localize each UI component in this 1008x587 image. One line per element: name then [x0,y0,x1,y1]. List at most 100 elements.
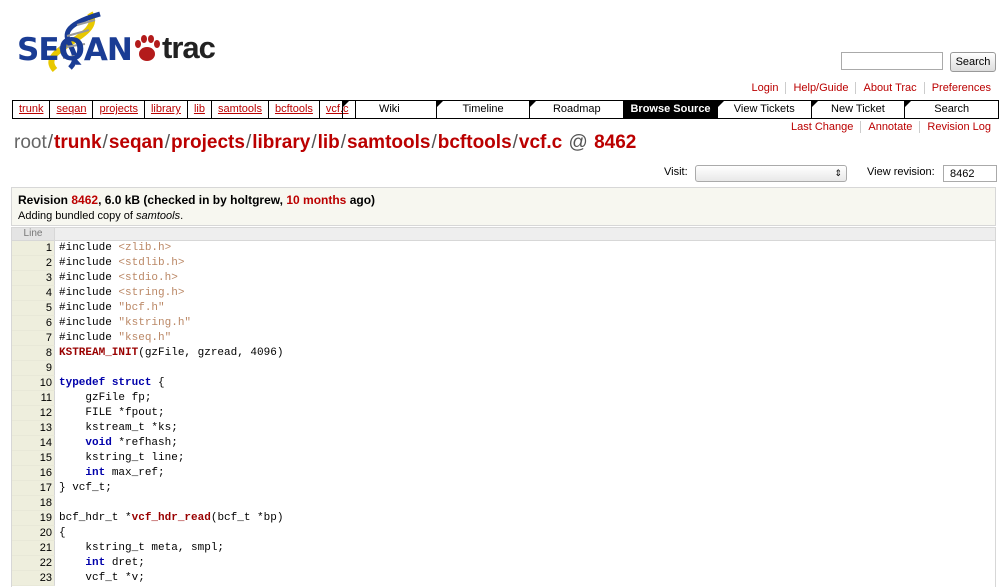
line-number-link[interactable]: 1 [12,241,55,256]
code-text: #include <zlib.h> [55,241,171,256]
code-line: 19 bcf_hdr_t *vcf_hdr_read(bcf_t *bp) [12,511,995,526]
path-root-link[interactable]: root [14,132,47,153]
line-number-link[interactable]: 2 [12,256,55,271]
login-link[interactable]: Login [745,82,786,94]
line-number-link[interactable]: 3 [12,271,55,286]
commit-message-em: samtools [136,210,181,222]
path-title-bcftools[interactable]: bcftools [438,132,512,153]
visit-label: Visit: [664,166,688,178]
code-text: #include "kseq.h" [55,331,171,346]
code-body: 1 #include <zlib.h> 2 #include <stdlib.h> 3 #… [12,241,995,586]
code-line: 4 #include <string.h> [12,286,995,301]
tab-view-tickets[interactable]: View Tickets [717,101,812,118]
line-number-link[interactable]: 4 [12,286,55,301]
path-title-projects[interactable]: projects [171,132,245,153]
code-text: #include "bcf.h" [55,301,165,316]
code-token: } vcf_t; [59,482,112,494]
tab-timeline[interactable]: Timeline [436,101,531,118]
path-link-bcftools[interactable]: bcftools [269,101,320,118]
code-line: 3 #include <stdio.h> [12,271,995,286]
line-number-link[interactable]: 20 [12,526,55,541]
age-suffix: ago) [346,193,376,207]
tab-new-ticket[interactable]: New Ticket [811,101,906,118]
line-number-link[interactable]: 6 [12,316,55,331]
revision-summary: Revision 8462, 6.0 kB (checked in by hol… [18,193,375,207]
code-token: struct [111,377,152,389]
line-number-link[interactable]: 21 [12,541,55,556]
line-number-link[interactable]: 16 [12,466,55,481]
path-link-library[interactable]: library [145,101,188,118]
line-number-link[interactable]: 7 [12,331,55,346]
path-nav: trunk seqan projects library lib samtool… [12,100,356,119]
line-number-link[interactable]: 17 [12,481,55,496]
commit-message: Adding bundled copy of samtools. [18,210,183,222]
code-line: 6 #include "kstring.h" [12,316,995,331]
tab-search[interactable]: Search [905,101,998,118]
path-title-trunk[interactable]: trunk [54,132,102,153]
revision-prefix: Revision [18,193,72,207]
line-number-link[interactable]: 15 [12,451,55,466]
line-number-link[interactable]: 22 [12,556,55,571]
code-token: int [85,557,106,569]
tab-roadmap[interactable]: Roadmap [530,101,625,118]
line-number-link[interactable]: 10 [12,376,55,391]
line-number-link[interactable]: 19 [12,511,55,526]
line-number-link[interactable]: 14 [12,436,55,451]
path-link-samtools[interactable]: samtools [212,101,269,118]
path-title-library[interactable]: library [252,132,310,153]
path-link-trunk[interactable]: trunk [13,101,51,118]
code-token: "kseq.h" [118,332,172,344]
code-token: <string.h> [118,287,185,299]
path-title-vcf-c[interactable]: vcf.c [519,132,562,153]
code-token: #include [59,302,119,314]
line-number-link[interactable]: 5 [12,301,55,316]
line-number-link[interactable]: 12 [12,406,55,421]
line-number-link[interactable]: 9 [12,361,55,376]
code-line: 15 kstring_t line; [12,451,995,466]
search-button[interactable]: Search [950,52,996,72]
code-line: 1 #include <zlib.h> [12,241,995,256]
code-token: { [59,527,66,539]
path-title-revision[interactable]: 8462 [594,132,636,153]
code-text: #include <string.h> [55,286,184,301]
code-text: kstring_t line; [55,451,184,466]
line-number-link[interactable]: 8 [12,346,55,361]
path-title-seqan[interactable]: seqan [109,132,164,153]
code-line: 11 gzFile fp; [12,391,995,406]
tab-browse-source[interactable]: Browse Source [624,101,718,118]
page-title: root/trunk/seqan/projects/library/lib/sa… [14,132,637,153]
path-title-samtools[interactable]: samtools [347,132,430,153]
path-link-seqan[interactable]: seqan [50,101,94,118]
line-number-link[interactable]: 11 [12,391,55,406]
line-number-link[interactable]: 23 [12,571,55,586]
last-change-link[interactable]: Last Change [784,121,860,133]
code-token: kstring_t meta, smpl; [59,542,225,554]
path-title-lib[interactable]: lib [318,132,340,153]
preferences-link[interactable]: Preferences [923,82,991,94]
view-revision-input[interactable]: 8462 [943,165,997,182]
help-guide-link[interactable]: Help/Guide [785,82,855,94]
path-link-projects[interactable]: projects [93,101,145,118]
code-line: 23 vcf_t *v; [12,571,995,586]
revision-link[interactable]: 8462 [71,193,98,207]
code-token: dret; [105,557,145,569]
code-token: #include [59,332,119,344]
line-number-link[interactable]: 18 [12,496,55,511]
annotate-link[interactable]: Annotate [860,121,919,133]
path-link-lib[interactable]: lib [188,101,212,118]
line-number-link[interactable]: 13 [12,421,55,436]
search-input[interactable] [841,52,943,70]
age-link[interactable]: 10 months [286,193,346,207]
tab-wiki[interactable]: Wiki [343,101,437,118]
code-token: <stdlib.h> [118,257,185,269]
line-column-header: Line [12,228,55,240]
visit-select[interactable]: ⇕ [695,165,847,182]
about-trac-link[interactable]: About Trac [855,82,923,94]
revision-log-link[interactable]: Revision Log [919,121,991,133]
code-token: *refhash; [111,437,178,449]
seqan-trac-logo[interactable]: SEQAN trac [15,8,230,73]
size-author-text: , 6.0 kB (checked in by holtgrew, [98,193,287,207]
